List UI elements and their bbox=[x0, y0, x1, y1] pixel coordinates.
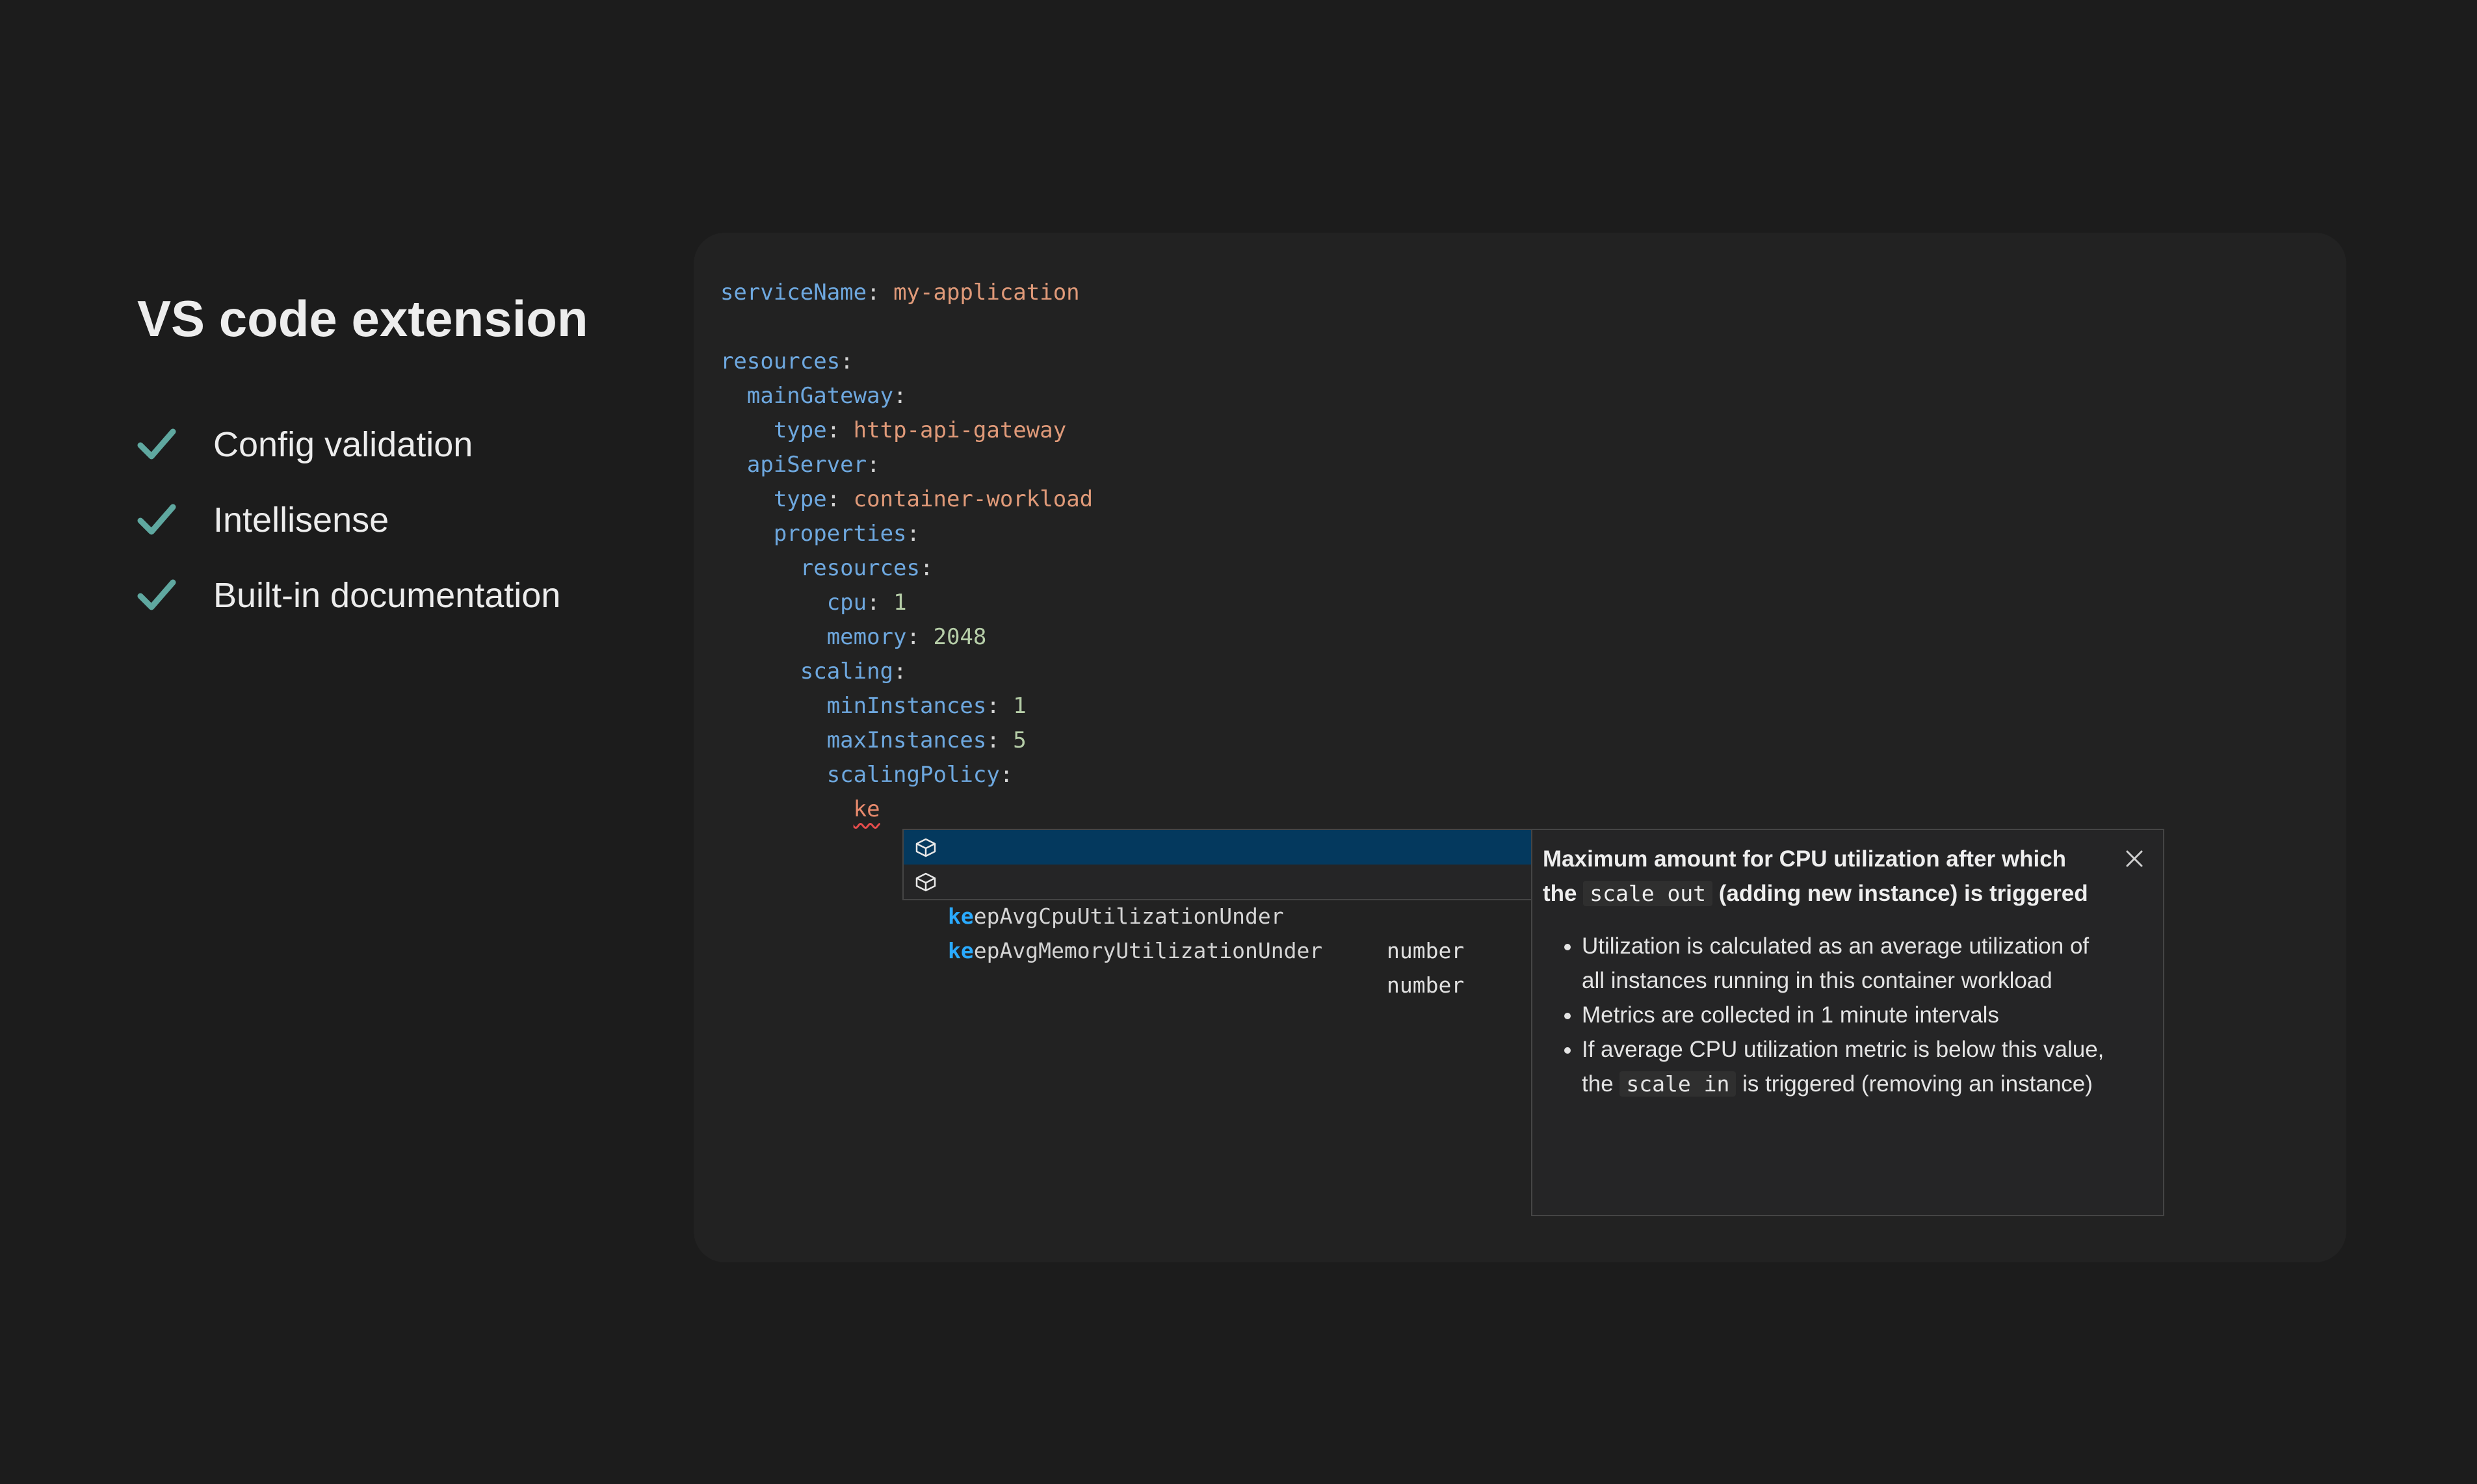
suggest-item-type: number bbox=[1387, 972, 1465, 998]
yaml-key: mainGateway bbox=[746, 383, 894, 409]
yaml-colon: : bbox=[893, 383, 907, 409]
inline-code: scale in bbox=[1619, 1071, 1737, 1097]
yaml-key: properties bbox=[773, 521, 907, 547]
yaml-colon: : bbox=[999, 762, 1014, 788]
yaml-value: my-application bbox=[880, 280, 1080, 306]
code-line[interactable]: scalingPolicy: bbox=[694, 758, 1093, 792]
yaml-colon: : bbox=[826, 486, 841, 512]
yaml-key: apiServer bbox=[746, 452, 867, 478]
code-lines[interactable]: serviceName: my-application resources: m… bbox=[694, 276, 1093, 827]
code-line[interactable]: resources: bbox=[694, 345, 1093, 379]
feature-item: Built-in documentation bbox=[137, 558, 560, 633]
code-line[interactable]: minInstances: 1 bbox=[694, 689, 1093, 723]
yaml-value: 1 bbox=[999, 693, 1027, 719]
yaml-colon: : bbox=[867, 280, 880, 306]
yaml-colon: : bbox=[840, 348, 854, 374]
code-line[interactable]: apiServer: bbox=[694, 448, 1093, 482]
yaml-colon: : bbox=[920, 555, 934, 581]
yaml-key: cpu bbox=[826, 590, 867, 616]
check-icon bbox=[137, 428, 176, 460]
feature-label: Config validation bbox=[213, 425, 473, 464]
slide-title: VS code extension bbox=[137, 290, 588, 347]
feature-item: Intellisense bbox=[137, 482, 560, 558]
property-icon bbox=[915, 838, 936, 857]
yaml-value: container-workload bbox=[840, 486, 1094, 512]
yaml-value: 5 bbox=[999, 727, 1027, 753]
yaml-colon: : bbox=[893, 658, 907, 684]
yaml-key: type bbox=[773, 417, 827, 443]
yaml-key: resources bbox=[720, 348, 841, 374]
suggest-item-type: number bbox=[1387, 938, 1465, 963]
yaml-key: minInstances bbox=[826, 693, 987, 719]
docs-title: Maximum amount for CPU utilization after… bbox=[1543, 846, 2088, 906]
yaml-colon: : bbox=[867, 590, 880, 616]
close-icon[interactable] bbox=[2125, 850, 2143, 868]
suggest-item-keep-avg-cpu[interactable]: keepAvgCpuUtilizationUnder number bbox=[904, 830, 1532, 963]
suggest-item-label: keepAvgCpuUtilizationUnder bbox=[948, 904, 1284, 929]
code-line[interactable]: cpu: 1 bbox=[694, 586, 1093, 620]
yaml-colon: : bbox=[986, 693, 1000, 719]
suggest-item-keep-avg-memory[interactable]: keepAvgMemoryUtilizationUnder number bbox=[904, 865, 1532, 998]
feature-item: Config validation bbox=[137, 407, 560, 482]
code-line[interactable]: scaling: bbox=[694, 655, 1093, 689]
code-line[interactable]: ke bbox=[694, 792, 1093, 827]
docs-bullet: If average CPU utilization metric is bel… bbox=[1582, 1032, 2150, 1101]
yaml-colon: : bbox=[906, 624, 921, 650]
suggest-item-label: keepAvgMemoryUtilizationUnder bbox=[948, 938, 1323, 963]
code-line[interactable]: type: http-api-gateway bbox=[694, 413, 1093, 448]
feature-label: Built-in documentation bbox=[213, 576, 561, 615]
code-line[interactable]: maxInstances: 5 bbox=[694, 723, 1093, 758]
code-line[interactable]: serviceName: my-application bbox=[694, 276, 1093, 310]
yaml-key: resources bbox=[800, 555, 920, 581]
yaml-key: scalingPolicy bbox=[826, 762, 1000, 788]
yaml-value: 1 bbox=[880, 590, 907, 616]
yaml-value: http-api-gateway bbox=[840, 417, 1067, 443]
code-line[interactable] bbox=[694, 310, 1093, 345]
property-icon bbox=[915, 872, 936, 892]
feature-list: Config validation Intellisense Built-in … bbox=[137, 407, 560, 633]
docs-bullet-list: Utilization is calculated as an average … bbox=[1543, 929, 2150, 1101]
suggest-widget[interactable]: keepAvgCpuUtilizationUnder number keepAv… bbox=[902, 829, 1534, 998]
yaml-value: 2048 bbox=[920, 624, 987, 650]
yaml-colon: : bbox=[826, 417, 841, 443]
docs-bullet: Metrics are collected in 1 minute interv… bbox=[1582, 998, 2150, 1032]
yaml-key: serviceName bbox=[720, 280, 867, 306]
docs-bullet: Utilization is calculated as an average … bbox=[1582, 929, 2150, 998]
yaml-key: maxInstances bbox=[826, 727, 987, 753]
code-line[interactable]: mainGateway: bbox=[694, 379, 1093, 413]
yaml-key: memory bbox=[826, 624, 907, 650]
suggest-docs-panel: Maximum amount for CPU utilization after… bbox=[1531, 829, 2164, 1216]
yaml-key: scaling bbox=[800, 658, 894, 684]
yaml-colon: : bbox=[867, 452, 880, 478]
code-line[interactable]: properties: bbox=[694, 517, 1093, 551]
feature-label: Intellisense bbox=[213, 501, 389, 540]
code-line[interactable]: memory: 2048 bbox=[694, 620, 1093, 655]
check-icon bbox=[137, 579, 176, 610]
yaml-key: type bbox=[773, 486, 827, 512]
code-line[interactable]: resources: bbox=[694, 551, 1093, 586]
inline-code: scale out bbox=[1583, 881, 1713, 906]
code-line[interactable]: type: container-workload bbox=[694, 482, 1093, 517]
yaml-value: ke bbox=[853, 796, 880, 822]
check-icon bbox=[137, 504, 176, 535]
yaml-colon: : bbox=[906, 521, 921, 547]
yaml-colon: : bbox=[986, 727, 1000, 753]
